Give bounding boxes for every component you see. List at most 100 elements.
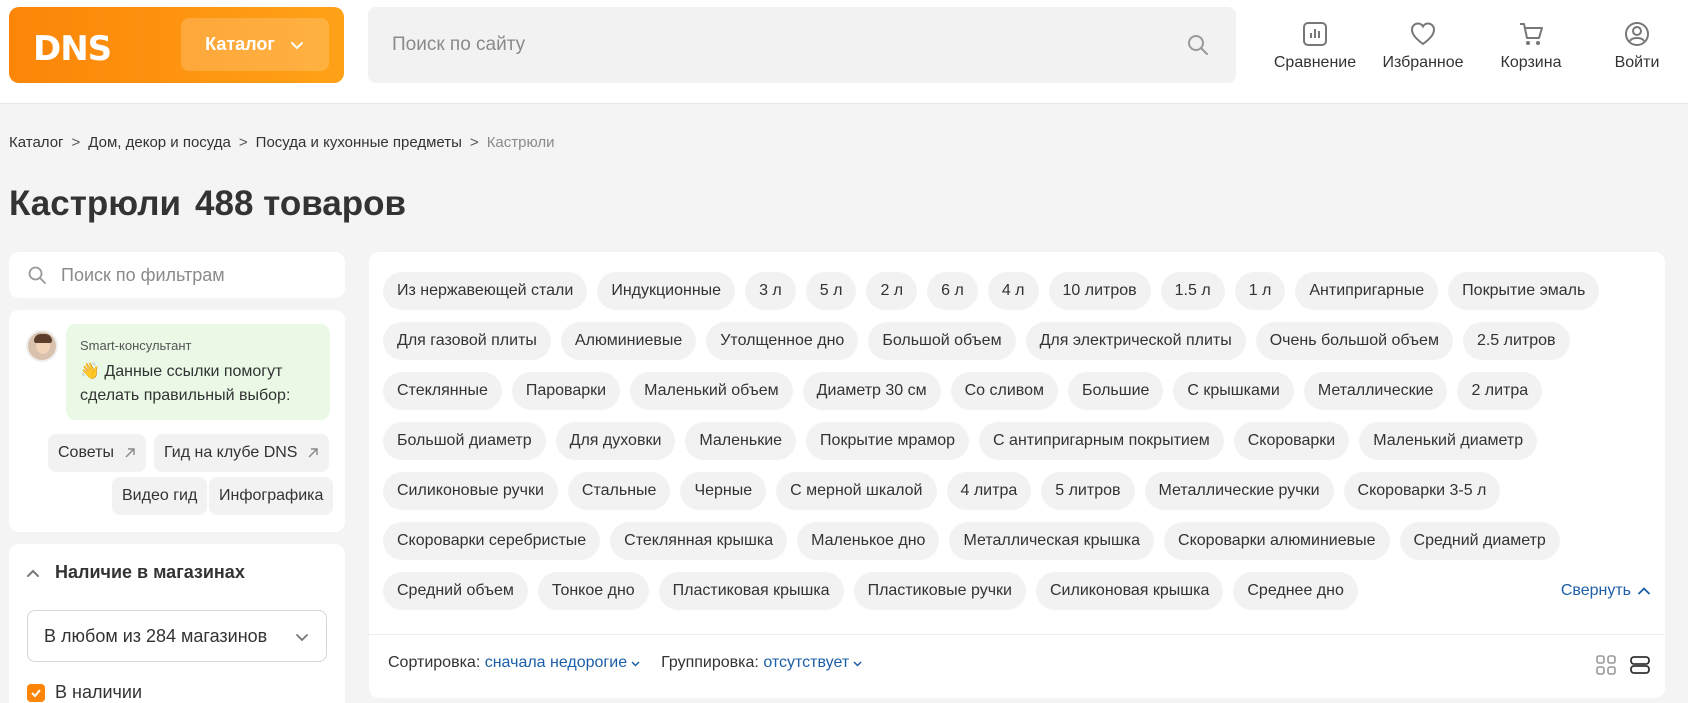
- quick-filter-tag[interactable]: 10 литров: [1048, 272, 1151, 310]
- quick-filter-tag[interactable]: 6 л: [927, 272, 978, 310]
- quick-filter-tag[interactable]: Скороварки 3-5 л: [1343, 472, 1501, 510]
- quick-filter-tag[interactable]: Металлические: [1303, 372, 1448, 410]
- external-link-icon: [308, 448, 319, 458]
- quick-filter-tag[interactable]: Металлические ручки: [1144, 472, 1334, 510]
- quick-filter-tag[interactable]: Маленькое дно: [797, 522, 940, 560]
- site-search: [368, 7, 1236, 83]
- nav-favorites-label: Избранное: [1382, 54, 1464, 71]
- quick-filter-tag[interactable]: Со сливом: [950, 372, 1059, 410]
- quick-filter-tag[interactable]: Алюминиевые: [560, 322, 697, 360]
- quick-filter-tag[interactable]: Утолщенное дно: [706, 322, 859, 360]
- quick-filter-tag[interactable]: Индукционные: [597, 272, 736, 310]
- quick-filters-panel: Из нержавеющей стали Индукционные 3 л5 л2 …: [369, 252, 1665, 698]
- quick-filter-tag[interactable]: Антипригарные: [1295, 272, 1439, 310]
- sort-control: Сортировка: сначала недорогие: [388, 654, 641, 672]
- sort-dropdown[interactable]: сначала недорогие: [485, 654, 641, 672]
- dns-logo[interactable]: DNS: [33, 29, 112, 69]
- link-infographics-label: Инфографика: [219, 487, 324, 504]
- breadcrumb-item[interactable]: Посуда и кухонные предметы: [256, 134, 462, 151]
- quick-filter-tag[interactable]: Для духовки: [555, 422, 676, 460]
- quick-filter-tag[interactable]: 3 л: [745, 272, 796, 310]
- consultant-bubble: Smart-консультант 👋 Данные ссылки помогу…: [66, 324, 330, 420]
- quick-filter-tag[interactable]: Маленький объем: [630, 372, 793, 410]
- quick-filter-tag[interactable]: Очень большой объем: [1255, 322, 1453, 360]
- quick-filter-tag[interactable]: Черные: [680, 472, 767, 510]
- group-label: Группировка:: [661, 654, 759, 671]
- quick-filter-tag[interactable]: Пароварки: [511, 372, 621, 410]
- quick-filter-tag[interactable]: 2 литра: [1457, 372, 1543, 410]
- quick-filter-tag[interactable]: Для электрической плиты: [1025, 322, 1246, 360]
- grid-view-icon[interactable]: [1595, 654, 1617, 676]
- quick-filter-tag[interactable]: С мерной шкалой: [776, 472, 937, 510]
- availability-title: Наличие в магазинах: [55, 562, 245, 582]
- link-dns-club-guide[interactable]: Гид на клубе DNS: [154, 434, 330, 472]
- nav-cart-label: Корзина: [1500, 54, 1562, 71]
- quick-filter-tag[interactable]: Силиконовые ручки: [383, 472, 558, 510]
- quick-filter-tag[interactable]: 5 литров: [1041, 472, 1135, 510]
- quick-filter-tag[interactable]: Для газовой плиты: [383, 322, 551, 360]
- availability-toggle[interactable]: Наличие в магазинах: [25, 562, 245, 583]
- quick-filter-tag[interactable]: Маленькие: [685, 422, 797, 460]
- quick-filter-tag[interactable]: Металлическая крышка: [949, 522, 1155, 560]
- nav-login-label: Войти: [1614, 54, 1660, 71]
- quick-filter-tag[interactable]: 1.5 л: [1160, 272, 1225, 310]
- quick-filter-tag[interactable]: Тонкое дно: [537, 572, 649, 610]
- quick-filter-tag[interactable]: Большой объем: [868, 322, 1016, 360]
- nav-login[interactable]: Войти: [1582, 20, 1688, 72]
- link-tips[interactable]: Советы: [48, 434, 146, 472]
- quick-filter-tag[interactable]: 4 л: [987, 272, 1039, 310]
- sort-label: Сортировка:: [388, 654, 481, 671]
- store-select[interactable]: В любом из 284 магазинов: [27, 610, 327, 662]
- quick-filter-tag[interactable]: Средний диаметр: [1399, 522, 1560, 560]
- group-dropdown[interactable]: отсутствует: [763, 654, 863, 672]
- smart-consultant: Smart-консультант 👋 Данные ссылки помогу…: [9, 310, 345, 532]
- quick-filter-tag[interactable]: С антипригарным покрытием: [979, 422, 1224, 460]
- filter-search-input[interactable]: [61, 252, 331, 298]
- quick-filter-tag[interactable]: 5 л: [805, 272, 857, 310]
- quick-filter-tag[interactable]: Большой диаметр: [383, 422, 546, 460]
- external-link-icon: [125, 448, 135, 458]
- quick-filter-tag[interactable]: Большие: [1068, 372, 1164, 410]
- quick-filter-tag[interactable]: 1 л: [1234, 272, 1286, 310]
- link-video-guide[interactable]: Видео гид: [112, 477, 208, 515]
- consultant-message: 👋 Данные ссылки помогут сделать правильн…: [80, 363, 291, 404]
- quick-filter-tag[interactable]: Средний объем: [383, 572, 528, 610]
- nav-compare[interactable]: Сравнение: [1260, 20, 1370, 72]
- checkbox-checked[interactable]: [27, 683, 45, 702]
- quick-filter-tag[interactable]: Скороварки алюминиевые: [1164, 522, 1390, 560]
- quick-filter-tag[interactable]: 2 л: [866, 272, 918, 310]
- breadcrumb-item[interactable]: Дом, декор и посуда: [88, 134, 231, 151]
- site-search-input[interactable]: [368, 7, 1236, 83]
- chevron-up-icon: [27, 569, 39, 577]
- quick-filter-tag[interactable]: С крышками: [1173, 372, 1294, 410]
- in-stock-checkbox[interactable]: В наличии: [27, 682, 142, 703]
- quick-filter-tag[interactable]: Из нержавеющей стали: [383, 272, 588, 310]
- breadcrumb-item[interactable]: Каталог: [9, 134, 64, 151]
- quick-filter-tag[interactable]: Стеклянная крышка: [610, 522, 788, 560]
- avatar: [26, 330, 58, 362]
- quick-filter-tag[interactable]: Скороварки серебристые: [383, 522, 601, 560]
- cart-icon: [1520, 23, 1543, 45]
- quick-filter-tag[interactable]: Покрытие мрамор: [806, 422, 970, 460]
- quick-filter-tag[interactable]: Диаметр 30 см: [802, 372, 941, 410]
- quick-filter-tag[interactable]: Пластиковые ручки: [853, 572, 1026, 610]
- link-infographics[interactable]: Инфографика: [209, 477, 334, 515]
- quick-filter-tag[interactable]: 4 литра: [946, 472, 1032, 510]
- quick-filter-tag[interactable]: Скороварки: [1233, 422, 1350, 460]
- quick-filter-tag[interactable]: Стальные: [567, 472, 671, 510]
- collapse-button[interactable]: Свернуть: [1561, 582, 1651, 600]
- nav-cart[interactable]: Корзина: [1476, 20, 1586, 72]
- quick-filter-tag[interactable]: Среднее дно: [1233, 572, 1358, 610]
- search-icon[interactable]: [1186, 33, 1210, 57]
- nav-favorites[interactable]: Избранное: [1368, 20, 1478, 72]
- quick-filter-tag[interactable]: Покрытие эмаль: [1448, 272, 1600, 310]
- availability-filter: Наличие в магазинах В любом из 284 магаз…: [9, 544, 345, 703]
- quick-filter-tag[interactable]: Силиконовая крышка: [1035, 572, 1224, 610]
- quick-filter-tag[interactable]: Маленький диаметр: [1359, 422, 1538, 460]
- quick-filter-tag[interactable]: Пластиковая крышка: [658, 572, 844, 610]
- quick-filter-tag[interactable]: Стеклянные: [383, 372, 502, 410]
- list-view-icon[interactable]: [1629, 654, 1651, 676]
- header: DNS Каталог Сравнение Избранное Корзина …: [0, 0, 1688, 104]
- catalog-button[interactable]: Каталог: [181, 18, 329, 71]
- quick-filter-tag[interactable]: 2.5 литров: [1462, 322, 1570, 360]
